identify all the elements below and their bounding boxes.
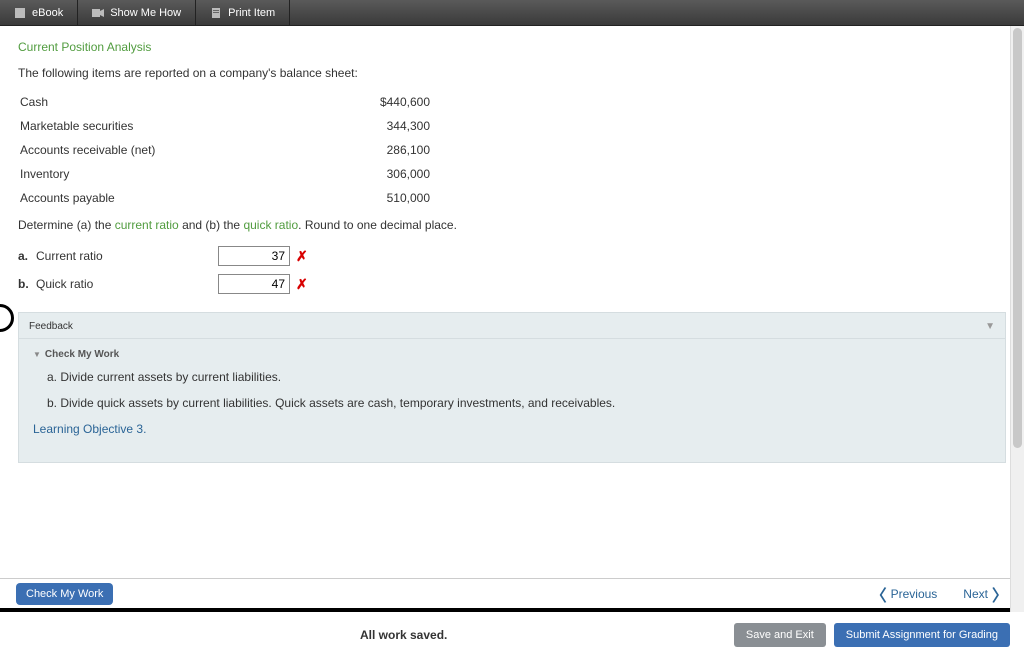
answer-b-marker: b. <box>18 277 36 291</box>
link-current-ratio[interactable]: current ratio <box>115 218 179 232</box>
table-row: Accounts receivable (net)286,100 <box>20 138 430 162</box>
answer-b-label: Quick ratio <box>36 277 218 291</box>
feedback-header-label: Feedback <box>29 321 73 332</box>
footer-bar: All work saved. Save and Exit Submit Ass… <box>0 616 1024 654</box>
table-row: Marketable securities344,300 <box>20 114 430 138</box>
tab-print-label: Print Item <box>228 7 275 19</box>
chevron-right-icon: 〉 <box>992 582 1008 606</box>
feedback-line-b: b. Divide quick assets by current liabil… <box>47 396 991 410</box>
wrong-icon: ✗ <box>296 276 308 293</box>
table-row: Inventory306,000 <box>20 162 430 186</box>
balance-table: Cash$440,600 Marketable securities344,30… <box>20 90 430 210</box>
top-toolbar: eBook Show Me How Print Item <box>0 0 1024 26</box>
bs-value: 286,100 <box>340 138 430 162</box>
bs-label: Accounts receivable (net) <box>20 138 340 162</box>
print-icon <box>210 7 222 19</box>
bs-value: 344,300 <box>340 114 430 138</box>
chevron-left-icon: 〈 <box>871 582 887 606</box>
bs-value: 510,000 <box>340 186 430 210</box>
save-and-exit-button[interactable]: Save and Exit <box>734 623 826 647</box>
bs-label: Accounts payable <box>20 186 340 210</box>
answer-a-marker: a. <box>18 249 36 263</box>
feedback-panel: Feedback ▼ ▼ Check My Work a. Divide cur… <box>18 312 1006 463</box>
chevron-down-icon: ▼ <box>985 321 995 332</box>
saved-status: All work saved. <box>360 628 447 642</box>
table-row: Cash$440,600 <box>20 90 430 114</box>
submit-assignment-button[interactable]: Submit Assignment for Grading <box>834 623 1010 647</box>
tab-show-me-how[interactable]: Show Me How <box>78 0 196 25</box>
bs-label: Cash <box>20 90 340 114</box>
determine-text: Determine (a) the current ratio and (b) … <box>18 218 1006 232</box>
feedback-subheader-label: Check My Work <box>45 349 119 360</box>
tab-print-item[interactable]: Print Item <box>196 0 290 25</box>
tab-show-label: Show Me How <box>110 7 181 19</box>
page-title: Current Position Analysis <box>18 40 1006 54</box>
link-quick-ratio[interactable]: quick ratio <box>243 218 298 232</box>
feedback-subheader[interactable]: ▼ Check My Work <box>33 349 991 360</box>
feedback-header[interactable]: Feedback ▼ <box>19 313 1005 339</box>
answer-row-b: b. Quick ratio ✗ <box>18 270 1006 298</box>
next-link[interactable]: Next〉 <box>963 582 1008 606</box>
answer-row-a: a. Current ratio ✗ <box>18 242 1006 270</box>
scrollbar-thumb[interactable] <box>1013 28 1022 448</box>
video-icon <box>92 7 104 19</box>
answer-a-label: Current ratio <box>36 249 218 263</box>
answer-b-input[interactable] <box>218 274 290 294</box>
scrollbar[interactable] <box>1010 26 1024 612</box>
tab-ebook-label: eBook <box>32 7 63 19</box>
main-content: Current Position Analysis The following … <box>0 26 1024 578</box>
nav-row: Check My Work 〈Previous Next〉 <box>0 578 1024 612</box>
wrong-icon: ✗ <box>296 248 308 265</box>
bs-label: Inventory <box>20 162 340 186</box>
table-row: Accounts payable510,000 <box>20 186 430 210</box>
tab-ebook[interactable]: eBook <box>0 0 78 25</box>
bs-label: Marketable securities <box>20 114 340 138</box>
learning-objective-link[interactable]: Learning Objective 3. <box>33 422 991 436</box>
answer-a-input[interactable] <box>218 246 290 266</box>
previous-link[interactable]: 〈Previous <box>871 582 938 606</box>
bs-value: $440,600 <box>340 90 430 114</box>
bs-value: 306,000 <box>340 162 430 186</box>
intro-text: The following items are reported on a co… <box>18 66 1006 80</box>
book-icon <box>14 7 26 19</box>
check-my-work-button[interactable]: Check My Work <box>16 583 113 605</box>
triangle-down-icon: ▼ <box>33 350 41 359</box>
feedback-line-a: a. Divide current assets by current liab… <box>47 370 991 384</box>
